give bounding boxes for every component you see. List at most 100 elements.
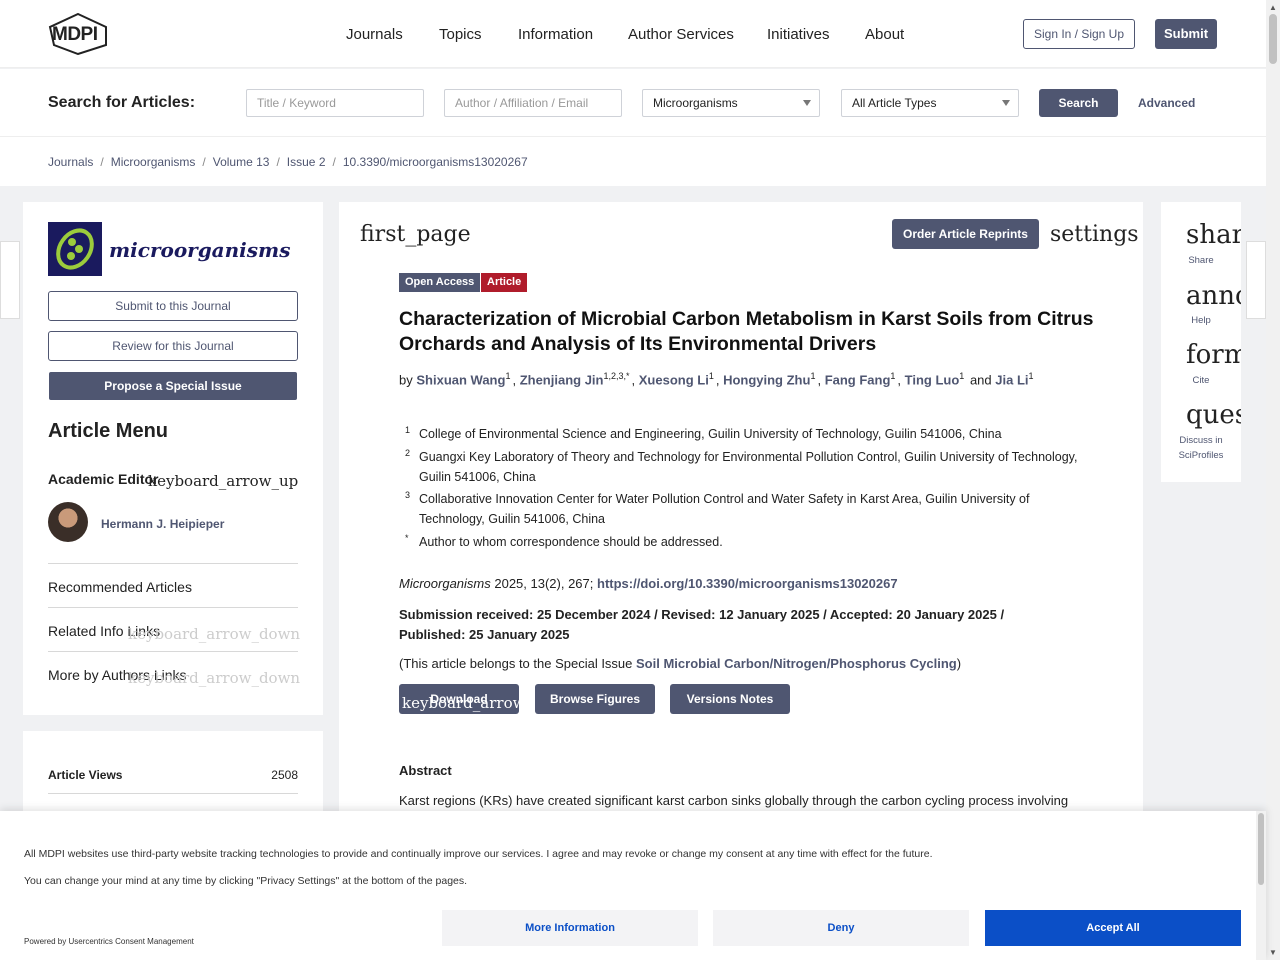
- search-label: Search for Articles:: [48, 94, 196, 111]
- affiliation-text: Collaborative Innovation Center for Wate…: [419, 492, 1030, 526]
- logo-text: MDPI: [52, 24, 98, 45]
- menu-item-more-authors[interactable]: More by Authors Links keyboard_arrow_dow…: [48, 651, 301, 695]
- author-input[interactable]: Author / Affiliation / Email: [444, 89, 622, 117]
- author-sup: 1: [708, 371, 714, 381]
- article-type-value: All Article Types: [852, 96, 937, 110]
- breadcrumb: Journals / Microorganisms / Volume 13/Issue …: [48, 155, 528, 169]
- open-access-badge[interactable]: Open Access: [399, 273, 481, 292]
- author-sup: 1: [1028, 371, 1034, 381]
- author-sup: 1: [959, 371, 965, 381]
- arrow-down-icon: keyboard_arrow_down: [128, 625, 301, 643]
- affiliation: 1 College of Environmental Science and E…: [399, 424, 1089, 444]
- versions-notes-button[interactable]: Versions Notes: [670, 684, 790, 714]
- author-link[interactable]: Ting Luo: [905, 372, 960, 387]
- author-link[interactable]: Zhenjiang Jin: [520, 372, 604, 387]
- journal-select[interactable]: Microorganisms: [642, 89, 820, 117]
- article-type-select[interactable]: All Article Types: [841, 89, 1019, 117]
- author-link[interactable]: Shixuan Wang: [416, 372, 505, 387]
- caret-down-icon: [1002, 100, 1010, 106]
- article-title: Characterization of Microbial Carbon Met…: [399, 308, 1094, 355]
- breadcrumb-journal[interactable]: Microorganisms: [111, 155, 196, 169]
- author-sup: 1,2,3,*: [603, 371, 630, 381]
- editor-name-link[interactable]: Hermann J. Heipieper: [101, 517, 224, 531]
- order-reprints-button[interactable]: Order Article Reprints: [892, 219, 1039, 249]
- help-icon[interactable]: announcement: [1186, 281, 1241, 311]
- nav-information[interactable]: Information: [518, 26, 593, 43]
- accept-all-button[interactable]: Accept All: [985, 910, 1241, 946]
- affiliation: 2 Guangxi Key Laboratory of Theory and T…: [399, 447, 1089, 487]
- nav-initiatives[interactable]: Initiatives: [767, 26, 830, 43]
- powered-by-label[interactable]: Powered by Usercentrics Consent Manageme…: [24, 937, 194, 946]
- submit-button[interactable]: Submit: [1155, 19, 1217, 49]
- citation: Microorganisms 2025, 13(2), 267; https:/…: [399, 576, 898, 591]
- microbe-icon: [56, 228, 94, 270]
- journal-name[interactable]: microorganisms: [109, 238, 290, 262]
- settings-icon[interactable]: settings: [1050, 222, 1139, 247]
- right-edge-tab[interactable]: [1246, 241, 1266, 319]
- special-issue-prefix: (This article belongs to the Special Iss…: [399, 656, 637, 671]
- author-link[interactable]: Jia Li: [995, 372, 1028, 387]
- journal-logo[interactable]: [48, 222, 102, 276]
- author-sup: 1: [890, 371, 896, 381]
- menu-item-related[interactable]: Related Info Links keyboard_arrow_down: [48, 607, 301, 651]
- by-label: by: [399, 372, 413, 388]
- scroll-down-icon[interactable]: ▼: [1269, 948, 1277, 957]
- advanced-search-link[interactable]: Advanced: [1138, 96, 1195, 110]
- browse-figures-button[interactable]: Browse Figures: [535, 684, 655, 714]
- share-icon[interactable]: share: [1186, 220, 1241, 250]
- breadcrumb-volume[interactable]: Volume 13: [213, 155, 270, 169]
- and-label: and: [969, 372, 992, 388]
- download-button[interactable]: Download keyboard_arrow_down: [399, 684, 574, 714]
- academic-editor-toggle[interactable]: Academic Editor: [48, 471, 158, 487]
- nav-about[interactable]: About: [865, 26, 904, 43]
- nav-topics[interactable]: Topics: [439, 26, 482, 43]
- search-bar: Search for Articles: Title / Keyword Aut…: [0, 69, 1266, 137]
- avatar: [48, 502, 88, 542]
- review-for-journal-button[interactable]: Review for this Journal: [48, 331, 298, 361]
- banner-scrollbar[interactable]: [1256, 811, 1266, 960]
- article-views-panel: Article Views 2508: [23, 731, 323, 821]
- abstract-text: Karst regions (KRs) have created signifi…: [399, 793, 1069, 808]
- author-list: by Shixuan Wang1, Zhenjiang Jin1,2,3,*, …: [399, 371, 1034, 388]
- first-page-icon[interactable]: first_page: [360, 222, 471, 247]
- author-link[interactable]: Fang Fang: [825, 372, 891, 387]
- abstract-heading: Abstract: [399, 763, 452, 778]
- menu-item-label: Recommended Articles: [48, 579, 192, 595]
- doi-link[interactable]: https://doi.org/10.3390/microorganisms13…: [597, 576, 898, 591]
- sign-in-button[interactable]: Sign In / Sign Up: [1023, 19, 1135, 49]
- author-link[interactable]: Hongying Zhu: [723, 372, 810, 387]
- affiliation-number: *: [405, 533, 409, 543]
- search-button[interactable]: Search: [1039, 89, 1118, 117]
- more-information-button[interactable]: More Information: [442, 910, 698, 946]
- deny-button[interactable]: Deny: [713, 910, 969, 946]
- breadcrumb-journals[interactable]: Journals: [48, 155, 93, 169]
- special-issue-note: (This article belongs to the Special Iss…: [399, 656, 961, 671]
- top-navbar: MDPI Journals Topics Information Author …: [0, 0, 1266, 68]
- menu-item-recommended[interactable]: Recommended Articles: [48, 563, 298, 607]
- submit-to-journal-button[interactable]: Submit to this Journal: [48, 291, 298, 321]
- affiliation-text: College of Environmental Science and Eng…: [419, 427, 1002, 441]
- affiliation-number: 1: [405, 425, 411, 435]
- discuss-icon[interactable]: question_answer: [1186, 400, 1241, 430]
- arrow-down-icon: keyboard_arrow_down: [128, 669, 301, 687]
- scrollbar-thumb[interactable]: [1269, 14, 1277, 64]
- nav-author-services[interactable]: Author Services: [628, 26, 734, 43]
- left-edge-tab[interactable]: [0, 241, 20, 319]
- scrollbar-thumb[interactable]: [1258, 813, 1264, 885]
- title-keyword-input[interactable]: Title / Keyword: [246, 89, 424, 117]
- nav-journals[interactable]: Journals: [346, 26, 403, 43]
- affiliation-number: 3: [405, 490, 411, 500]
- special-issue-link[interactable]: Soil Microbial Carbon/Nitrogen/Phosphoru…: [636, 656, 957, 671]
- mdpi-logo[interactable]: MDPI: [48, 12, 112, 56]
- article-menu-title: Article Menu: [48, 420, 169, 442]
- cite-icon[interactable]: format_quote: [1186, 340, 1241, 370]
- affiliation: * Author to whom correspondence should b…: [399, 532, 1089, 552]
- page-scrollbar[interactable]: ▲ ▼: [1266, 0, 1280, 960]
- arrow-up-icon[interactable]: keyboard_arrow_up: [148, 472, 298, 490]
- breadcrumb-bar: Journals / Microorganisms / Volume 13/Issue …: [0, 137, 1266, 186]
- scroll-up-icon[interactable]: ▲: [1269, 3, 1277, 12]
- journal-italic: Microorganisms: [399, 576, 491, 591]
- author-link[interactable]: Xuesong Li: [639, 372, 709, 387]
- breadcrumb-issue[interactable]: Issue 2: [287, 155, 326, 169]
- propose-special-issue-button[interactable]: Propose a Special Issue: [49, 372, 297, 400]
